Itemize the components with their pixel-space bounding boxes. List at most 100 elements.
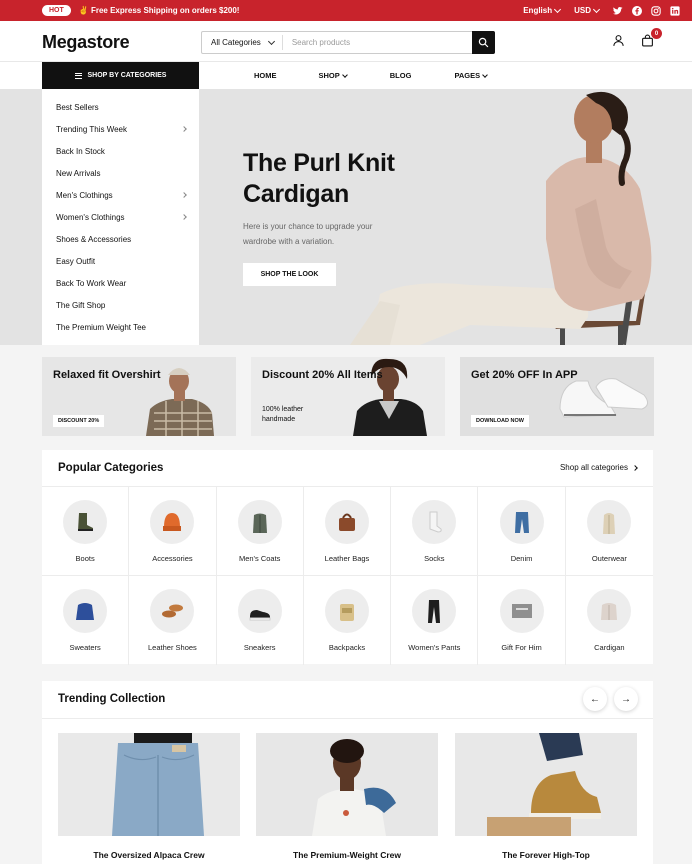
chevron-down-icon bbox=[341, 71, 348, 78]
category-card[interactable]: Men's Coats bbox=[216, 487, 304, 576]
nav-pages[interactable]: PAGES bbox=[454, 71, 488, 80]
category-label: Sweaters bbox=[69, 643, 101, 652]
category-image bbox=[499, 589, 544, 633]
category-image bbox=[63, 589, 108, 633]
category-card[interactable]: Women's Pants bbox=[391, 576, 479, 665]
sidebar-item[interactable]: New Arrivals bbox=[42, 162, 199, 184]
category-label: Backpacks bbox=[328, 643, 366, 652]
category-card[interactable]: Sneakers bbox=[217, 576, 304, 665]
account-button[interactable] bbox=[612, 34, 625, 47]
facebook-icon[interactable] bbox=[632, 5, 642, 16]
language-selector[interactable]: English bbox=[523, 5, 562, 15]
sidebar-item[interactable]: Men's Clothings bbox=[42, 184, 199, 206]
search-category-select[interactable]: All Categories bbox=[202, 35, 283, 50]
product-name: The Forever High-Top bbox=[502, 850, 590, 860]
category-label: Cardigan bbox=[594, 643, 625, 652]
category-card[interactable]: Leather Bags bbox=[303, 487, 392, 576]
user-icon bbox=[613, 35, 624, 46]
arrow-left-icon: ← bbox=[590, 693, 600, 705]
currency-label: USD bbox=[574, 6, 591, 15]
category-card[interactable]: Cardigan bbox=[566, 576, 653, 665]
download-now-button[interactable]: DOWNLOAD NOW bbox=[471, 415, 529, 427]
instagram-icon[interactable] bbox=[651, 5, 661, 16]
main-nav: SHOP BY CATEGORIES HOME SHOP BLOG PAGES bbox=[0, 62, 692, 89]
nav-shop-label: SHOP bbox=[318, 71, 340, 80]
linkedin-icon[interactable] bbox=[670, 5, 680, 16]
category-card[interactable]: Denim bbox=[478, 487, 566, 576]
sidebar-item-label: Back In Stock bbox=[56, 146, 105, 156]
twitter-icon[interactable] bbox=[613, 6, 623, 16]
search-button[interactable] bbox=[472, 31, 495, 54]
category-label: Socks bbox=[424, 554, 445, 563]
sidebar-item-label: Easy Outfit bbox=[56, 256, 96, 266]
category-image bbox=[587, 500, 632, 544]
shop-the-look-button[interactable]: SHOP THE LOOK bbox=[243, 263, 336, 286]
sidebar-item[interactable]: The Premium Weight Tee bbox=[42, 316, 199, 338]
shop-by-categories-button[interactable]: SHOP BY CATEGORIES bbox=[42, 62, 199, 89]
site-logo[interactable]: Megastore bbox=[42, 32, 130, 53]
cart-button[interactable]: 0 bbox=[641, 28, 662, 47]
category-label: Denim bbox=[510, 554, 533, 563]
sidebar-item[interactable]: Easy Outfit bbox=[42, 250, 199, 272]
category-label: Men's Coats bbox=[238, 554, 281, 563]
category-card[interactable]: Gift For Him bbox=[478, 576, 566, 665]
category-label: Boots bbox=[75, 554, 95, 563]
chevron-down-icon bbox=[592, 5, 601, 13]
carousel-next-button[interactable]: → bbox=[614, 687, 638, 711]
sidebar-item[interactable]: Shoes & Accessories bbox=[42, 228, 199, 250]
category-grid: Boots Accessories Men's Coats Leather Bags S… bbox=[42, 486, 653, 665]
search-input[interactable] bbox=[282, 38, 472, 47]
carousel-prev-button[interactable]: ← bbox=[583, 687, 607, 711]
arrow-right-icon: → bbox=[621, 693, 631, 705]
product-name: The Oversized Alpaca Crew bbox=[93, 850, 205, 860]
product-card[interactable]: The Forever High-Top bbox=[455, 733, 637, 860]
product-image bbox=[455, 733, 637, 836]
sidebar-item-label: New Arrivals bbox=[56, 168, 101, 178]
category-card[interactable]: Backpacks bbox=[304, 576, 392, 665]
shop-all-categories-link[interactable]: Shop all categories bbox=[560, 463, 638, 472]
sidebar-item-label: Best Sellers bbox=[56, 102, 99, 112]
chevron-down-icon bbox=[267, 37, 275, 45]
promo-card-app[interactable]: Get 20% OFF In APP DOWNLOAD NOW bbox=[460, 357, 654, 436]
category-label: Leather Bags bbox=[324, 554, 370, 563]
site-header: Megastore All Categories 0 bbox=[0, 21, 692, 62]
category-label: Outerwear bbox=[591, 554, 627, 563]
category-card[interactable]: Socks bbox=[391, 487, 479, 576]
product-image bbox=[58, 733, 240, 836]
sidebar-item-label: Trending This Week bbox=[56, 124, 127, 134]
category-card[interactable]: Leather Shoes bbox=[129, 576, 217, 665]
sidebar-item[interactable]: Back In Stock bbox=[42, 140, 199, 162]
sidebar-item[interactable]: Best Sellers bbox=[42, 96, 199, 118]
promo-discount-title: Discount 20% All Items bbox=[262, 369, 383, 381]
category-label: Gift For Him bbox=[501, 643, 542, 652]
promo-app-title: Get 20% OFF In APP bbox=[471, 369, 578, 381]
chevron-down-icon bbox=[554, 5, 562, 13]
nav-blog[interactable]: BLOG bbox=[390, 71, 412, 80]
sidebar-item[interactable]: Women's Clothings bbox=[42, 206, 199, 228]
category-card[interactable]: Accessories bbox=[129, 487, 217, 576]
category-card[interactable]: Boots bbox=[42, 487, 130, 576]
promo-card-discount[interactable]: Discount 20% All Items 100% leather hand… bbox=[251, 357, 445, 436]
category-label: Accessories bbox=[152, 554, 193, 563]
announcement-bar: HOT ✌ Free Express Shipping on orders $2… bbox=[0, 0, 692, 21]
currency-selector[interactable]: USD bbox=[574, 5, 601, 15]
hot-badge: HOT bbox=[42, 5, 71, 16]
nav-home[interactable]: HOME bbox=[254, 71, 277, 80]
language-label: English bbox=[523, 6, 553, 15]
sidebar-item[interactable]: The Gift Shop bbox=[42, 294, 199, 316]
promo-card-overshirt[interactable]: Relaxed fit Overshirt DISCOUNT 20% bbox=[42, 357, 236, 436]
nav-shop[interactable]: SHOP bbox=[318, 71, 348, 80]
chevron-right-icon bbox=[181, 192, 187, 198]
sidebar-item-label: Back To Work Wear bbox=[56, 278, 127, 288]
category-image bbox=[412, 589, 457, 633]
product-card[interactable]: The Premium-Weight Crew bbox=[256, 733, 438, 860]
nav-blog-label: BLOG bbox=[389, 71, 412, 80]
nav-home-label: HOME bbox=[254, 71, 277, 80]
category-card[interactable]: Sweaters bbox=[42, 576, 130, 665]
sidebar-item[interactable]: Back To Work Wear bbox=[42, 272, 199, 294]
hero-subtitle: Here is your chance to upgrade your ward… bbox=[243, 222, 373, 246]
sidebar-item[interactable]: Trending This Week bbox=[42, 118, 199, 140]
category-card[interactable]: Outerwear bbox=[565, 487, 653, 576]
category-image bbox=[587, 589, 632, 633]
product-card[interactable]: The Oversized Alpaca Crew bbox=[58, 733, 240, 860]
